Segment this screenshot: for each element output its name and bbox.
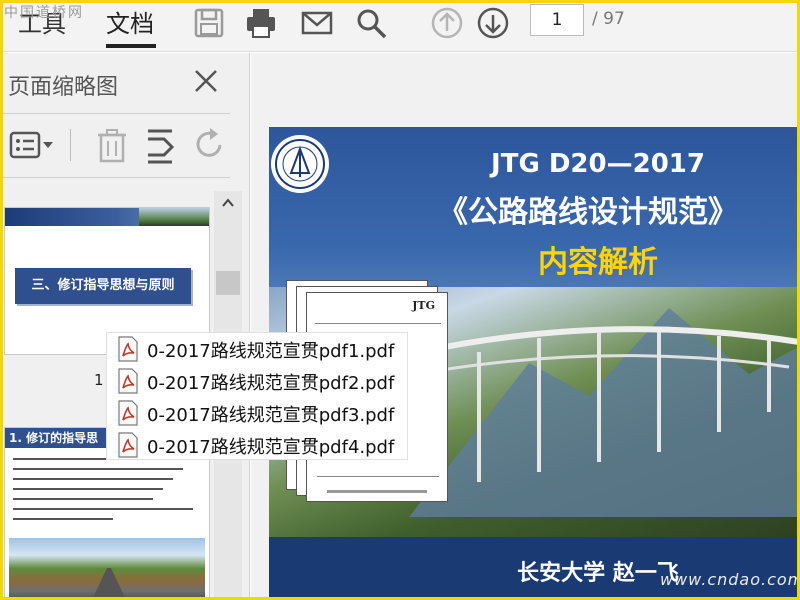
slide-title-code: JTG D20—2017	[491, 149, 705, 179]
thumbnail-heading: 三、修订指导思想与原则	[15, 268, 191, 304]
file-name: 0-2017路线规范宣贯pdf3.pdf	[147, 405, 395, 426]
thumbnail-panel: 页面缩略图 三、修订指导思想与原则 1 1. 修订的指导思	[0, 53, 250, 600]
thumbnail-options-icon[interactable]	[8, 125, 58, 165]
print-icon[interactable]	[244, 6, 278, 40]
page-number-input[interactable]: 1	[530, 4, 584, 36]
email-icon[interactable]	[300, 6, 334, 40]
thumbnail-text-line	[13, 488, 163, 490]
thumbnail-page-label: 1	[94, 371, 104, 389]
drag-file-list: 0-2017路线规范宣贯pdf1.pdf 0-2017路线规范宣贯pdf2.pd…	[106, 332, 408, 460]
rotate-page-icon[interactable]	[192, 125, 228, 165]
chevron-up-icon[interactable]	[220, 195, 236, 211]
slide-title: 《公路路线设计规范》	[438, 195, 738, 230]
thumbnail-photo	[9, 538, 205, 599]
panel-divider	[0, 113, 230, 114]
toolbar-divider	[70, 129, 71, 161]
panel-divider	[0, 177, 230, 178]
tab-document[interactable]: 文档	[106, 4, 154, 39]
thumbnail-text-line	[13, 468, 183, 470]
page-up-icon[interactable]	[430, 6, 464, 40]
file-item: 0-2017路线规范宣贯pdf3.pdf	[117, 397, 407, 429]
thumbnail-text-line	[13, 478, 173, 480]
scrollbar-thumb[interactable]	[216, 271, 240, 295]
pdf-file-icon	[118, 400, 138, 426]
extract-page-icon[interactable]	[144, 125, 180, 165]
watermark-top: 中国道桥网	[4, 5, 84, 21]
document-code-label: JTG	[412, 299, 435, 312]
thumbnail-text-line	[13, 518, 113, 520]
pdf-file-icon	[118, 336, 138, 362]
slide-subtitle: 内容解析	[538, 245, 658, 280]
file-item: 0-2017路线规范宣贯pdf2.pdf	[117, 365, 407, 397]
save-icon[interactable]	[192, 6, 226, 40]
delete-page-icon[interactable]	[94, 125, 130, 165]
file-item: 0-2017路线规范宣贯pdf4.pdf	[117, 429, 407, 461]
bridge-illustration	[419, 326, 797, 482]
panel-title: 页面缩略图	[8, 75, 119, 100]
active-tab-indicator	[106, 44, 156, 48]
watermark-bottom: www.cndao.com	[660, 570, 800, 589]
page-down-icon[interactable]	[476, 6, 510, 40]
top-toolbar: 工具 文档 1 / 97	[0, 0, 800, 52]
file-name: 0-2017路线规范宣贯pdf1.pdf	[147, 341, 395, 362]
file-name: 0-2017路线规范宣贯pdf4.pdf	[147, 437, 395, 458]
file-item: 0-2017路线规范宣贯pdf1.pdf	[117, 333, 407, 365]
close-icon[interactable]	[192, 67, 220, 95]
pdf-file-icon	[118, 432, 138, 458]
thumbnail-text-line	[13, 508, 193, 510]
page-total: / 97	[592, 9, 625, 29]
thumbnail-text-line	[13, 498, 153, 500]
file-name: 0-2017路线规范宣贯pdf2.pdf	[147, 373, 395, 394]
search-icon[interactable]	[354, 6, 388, 40]
pdf-file-icon	[118, 368, 138, 394]
thumbnail-banner-image	[139, 208, 209, 226]
